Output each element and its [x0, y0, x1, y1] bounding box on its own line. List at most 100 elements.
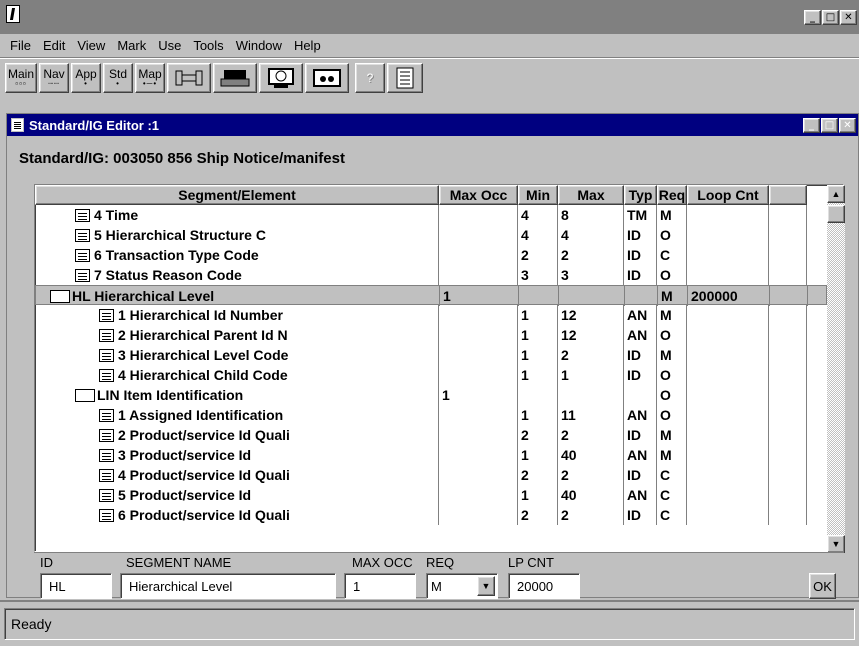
restore-icon[interactable]: □: [822, 10, 839, 25]
viewer-icon[interactable]: [305, 63, 350, 93]
menu-use[interactable]: Use: [152, 38, 187, 53]
cell-max: 12: [558, 325, 624, 345]
menu-mark[interactable]: Mark: [111, 38, 152, 53]
menu-file[interactable]: File: [4, 38, 37, 53]
cell-extra: [769, 225, 807, 245]
cell-loop: [687, 385, 769, 405]
cell-min: [519, 286, 559, 306]
table-row-selected[interactable]: HL Hierarchical Level 1 M 200000: [35, 285, 827, 306]
cell-min: [518, 385, 558, 405]
app-caption-buttons: _ □ ✕: [803, 10, 857, 25]
element-icon: [99, 328, 114, 342]
std-button[interactable]: Std •: [103, 63, 134, 93]
table-row[interactable]: 4 Product/service Id Quali 2 2 ID C: [35, 465, 827, 485]
menu-help[interactable]: Help: [288, 38, 327, 53]
segment-name: 2 Product/service Id Quali: [118, 427, 290, 443]
cell-max: 40: [558, 485, 624, 505]
table-row[interactable]: 4 Hierarchical Child Code 1 1 ID O: [35, 365, 827, 385]
chevron-down-icon[interactable]: ▼: [477, 576, 495, 596]
cell-min: 1: [518, 405, 558, 425]
editor-caption-buttons: _ □ ✕: [802, 118, 856, 133]
cell-extra: [769, 345, 807, 365]
cell-loop: [687, 325, 769, 345]
editor-minimize-icon[interactable]: _: [803, 118, 820, 133]
cell-loop: [687, 225, 769, 245]
col-req[interactable]: Req: [657, 185, 687, 205]
col-loop-cnt[interactable]: Loop Cnt: [687, 185, 769, 205]
id-label: ID: [40, 555, 53, 570]
cell-loop: [687, 505, 769, 525]
table-row[interactable]: LIN Item Identification 1 O: [35, 385, 827, 405]
printer-icon[interactable]: [213, 63, 258, 93]
editor-close-icon[interactable]: ✕: [839, 118, 856, 133]
col-segment-element[interactable]: Segment/Element: [35, 185, 439, 205]
nav-button[interactable]: Nav ┈┈: [39, 63, 70, 93]
cell-typ: [624, 385, 657, 405]
cell-loop: [687, 345, 769, 365]
col-max-occ[interactable]: Max Occ: [439, 185, 518, 205]
table-row[interactable]: 3 Hierarchical Level Code 1 2 ID M: [35, 345, 827, 365]
menu-window[interactable]: Window: [230, 38, 288, 53]
checklist-icon[interactable]: [387, 63, 424, 93]
map-button[interactable]: Map •─•: [135, 63, 166, 93]
menu-tools[interactable]: Tools: [187, 38, 229, 53]
main-button[interactable]: Main ▫▫▫: [5, 63, 38, 93]
monitor-icon[interactable]: [259, 63, 304, 93]
table-row[interactable]: 7 Status Reason Code 3 3 ID O: [35, 265, 827, 285]
cell-max: [559, 286, 625, 306]
segment-name-field[interactable]: Hierarchical Level: [120, 573, 336, 599]
table-row[interactable]: 2 Hierarchical Parent Id N 1 12 AN O: [35, 325, 827, 345]
col-min[interactable]: Min: [518, 185, 558, 205]
element-icon: [75, 268, 90, 282]
segment-grid: Segment/Element Max Occ Min Max Typ Req …: [34, 184, 845, 553]
mapping-icon[interactable]: [167, 63, 212, 93]
id-field[interactable]: HL: [40, 573, 112, 599]
element-icon: [99, 408, 114, 422]
table-row[interactable]: 6 Product/service Id Quali 2 2 ID C: [35, 505, 827, 525]
cell-typ: [625, 286, 658, 306]
col-max[interactable]: Max: [558, 185, 624, 205]
cell-extra: [769, 205, 807, 225]
menu-view[interactable]: View: [71, 38, 111, 53]
help-button-label: ?: [366, 71, 374, 85]
table-row[interactable]: 4 Time 4 8 TM M: [35, 205, 827, 225]
table-row[interactable]: 6 Transaction Type Code 2 2 ID C: [35, 245, 827, 265]
segment-cell: 4 Time: [35, 205, 439, 225]
menu-edit[interactable]: Edit: [37, 38, 71, 53]
segment-name: 2 Hierarchical Parent Id N: [118, 327, 288, 343]
cell-max-occ: [439, 345, 518, 365]
table-row[interactable]: 5 Hierarchical Structure C 4 4 ID O: [35, 225, 827, 245]
editor-window-icon: [11, 118, 24, 132]
vertical-scrollbar[interactable]: ▲ ▼: [827, 185, 845, 553]
cell-loop: [687, 425, 769, 445]
cell-min: 3: [518, 265, 558, 285]
segment-name: 1 Hierarchical Id Number: [118, 307, 283, 323]
cell-max-occ: [439, 265, 518, 285]
table-row[interactable]: 1 Hierarchical Id Number 1 12 AN M: [35, 305, 827, 325]
col-typ[interactable]: Typ: [624, 185, 657, 205]
req-select[interactable]: M ▼: [426, 573, 498, 599]
cell-extra: [769, 365, 807, 385]
cell-extra: [769, 305, 807, 325]
max-occ-field[interactable]: 1: [344, 573, 416, 599]
segment-cell: 6 Transaction Type Code: [35, 245, 439, 265]
editor-restore-icon[interactable]: □: [821, 118, 838, 133]
cell-max: 8: [558, 205, 624, 225]
table-row[interactable]: 3 Product/service Id 1 40 AN M: [35, 445, 827, 465]
cell-extra: [769, 485, 807, 505]
scroll-down-icon[interactable]: ▼: [827, 535, 845, 553]
segment-cell: LIN Item Identification: [35, 385, 439, 405]
close-icon[interactable]: ✕: [840, 10, 857, 25]
minimize-icon[interactable]: _: [804, 10, 821, 25]
table-row[interactable]: 5 Product/service Id 1 40 AN C: [35, 485, 827, 505]
scroll-thumb[interactable]: [827, 205, 845, 223]
cell-max-occ: [439, 365, 518, 385]
ok-button[interactable]: OK: [809, 573, 836, 599]
scroll-up-icon[interactable]: ▲: [827, 185, 845, 203]
cell-max-occ: 1: [440, 286, 519, 306]
table-row[interactable]: 1 Assigned Identification 1 11 AN O: [35, 405, 827, 425]
cell-max-occ: [439, 445, 518, 465]
lp-cnt-field[interactable]: 20000: [508, 573, 580, 599]
table-row[interactable]: 2 Product/service Id Quali 2 2 ID M: [35, 425, 827, 445]
app-button[interactable]: App •: [71, 63, 102, 93]
